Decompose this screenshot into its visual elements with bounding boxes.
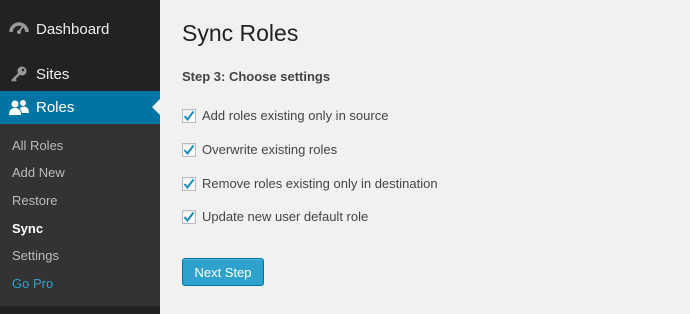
dashboard-gauge-icon [8,18,30,40]
update-default-role-checkbox[interactable] [182,209,196,224]
option-overwrite-roles[interactable]: Overwrite existing roles [182,142,337,157]
page-title: Sync Roles [182,20,299,46]
menu-item-sites[interactable]: Sites [0,59,160,89]
add-roles-label: Add roles existing only in source [202,108,389,123]
overwrite-roles-checkbox[interactable] [182,142,196,157]
submenu-item-all-roles[interactable]: All Roles [12,136,63,156]
checkmark-icon [183,144,195,155]
menu-label-sites: Sites [36,65,70,83]
key-icon [8,63,30,85]
checkmark-icon [183,110,195,121]
submenu-item-sync[interactable]: Sync [12,219,43,239]
remove-roles-label: Remove roles existing only in destinatio… [202,176,438,191]
checkmark-icon [183,178,195,189]
menu-label-roles: Roles [36,99,75,116]
update-default-role-label: Update new user default role [202,209,369,224]
option-remove-roles[interactable]: Remove roles existing only in destinatio… [182,176,438,191]
step-heading: Step 3: Choose settings [182,69,331,84]
remove-roles-checkbox[interactable] [182,176,196,191]
menu-item-dashboard[interactable]: Dashboard [0,14,160,44]
option-add-roles[interactable]: Add roles existing only in source [182,108,388,123]
option-update-default-role[interactable]: Update new user default role [182,209,368,224]
add-roles-checkbox[interactable] [182,108,196,123]
submenu-item-restore[interactable]: Restore [12,191,58,211]
checkmark-icon [183,211,195,222]
menu-label-dashboard: Dashboard [36,20,110,38]
users-icon [8,97,30,119]
overwrite-roles-label: Overwrite existing roles [202,142,338,157]
submenu-item-add-new[interactable]: Add New [12,163,65,183]
menu-item-roles[interactable]: Roles [0,91,160,124]
next-step-button[interactable]: Next Step [182,258,264,286]
submenu-item-settings[interactable]: Settings [12,246,59,266]
main-content: Sync Roles Step 3: Choose settings Add r… [160,0,690,314]
admin-sidebar: Dashboard Sites Roles All Roles Add New [0,0,160,314]
roles-submenu: All Roles Add New Restore Sync Settings … [0,124,160,306]
submenu-item-go-pro[interactable]: Go Pro [12,274,53,294]
